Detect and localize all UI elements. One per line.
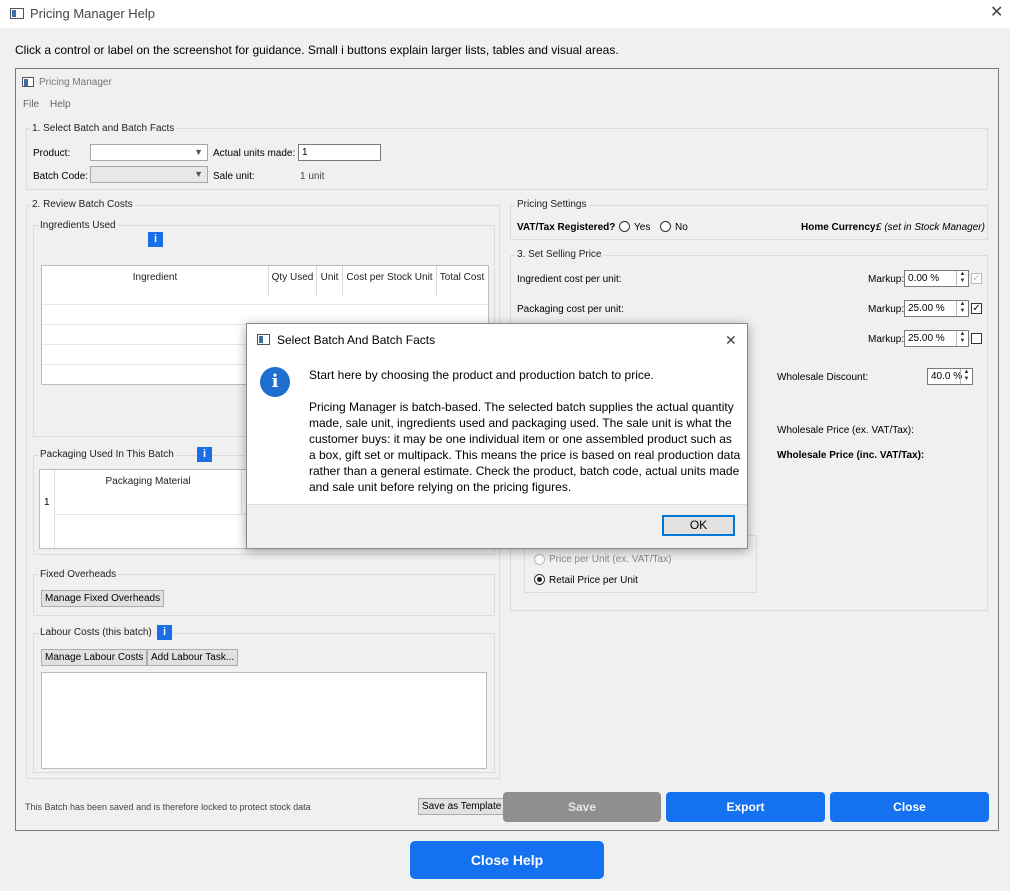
dialog-line1: Start here by choosing the product and p…	[309, 368, 654, 382]
spinner-arrows-icon[interactable]: ▲ ▼	[956, 301, 968, 316]
menu-file[interactable]: File	[23, 99, 39, 110]
home-currency-label: Home Currency:	[801, 222, 879, 233]
dialog-title: Select Batch And Batch Facts	[277, 333, 436, 347]
ingredient-cost-label: Ingredient cost per unit:	[517, 274, 622, 285]
home-currency-value: £ (set in Stock Manager)	[876, 222, 985, 233]
vat-no-label[interactable]: No	[675, 222, 688, 233]
actual-units-label: Actual units made:	[213, 148, 296, 159]
ingredients-title: Ingredients Used	[38, 220, 118, 231]
spinner-arrows-icon[interactable]: ▲ ▼	[960, 369, 972, 384]
retail-price-radio[interactable]	[534, 574, 545, 585]
packaging-cost-label: Packaging cost per unit:	[517, 304, 624, 315]
ok-button[interactable]: OK	[662, 515, 735, 536]
labour-info-icon[interactable]: i	[157, 625, 172, 640]
vat-yes-radio[interactable]	[619, 221, 630, 232]
save-button[interactable]: Save	[503, 792, 661, 822]
wholesale-inc-label: Wholesale Price (inc. VAT/Tax):	[777, 450, 925, 461]
col-unit: Unit	[320, 272, 339, 283]
vat-registered-label: VAT/Tax Registered?	[517, 222, 616, 233]
dialog-close-icon[interactable]: ✕	[725, 332, 737, 348]
vat-no-radio[interactable]	[660, 221, 671, 232]
product-label: Product:	[33, 148, 71, 159]
ingredients-info-icon[interactable]: i	[148, 232, 163, 247]
menu-help[interactable]: Help	[50, 99, 71, 110]
add-labour-task-button[interactable]: Add Labour Task...	[147, 649, 239, 666]
product-combo[interactable]: ▼	[90, 144, 208, 161]
markup-label-1: Markup:	[868, 274, 905, 285]
wholesale-discount-spinner[interactable]: 40.0 % ▲ ▼	[927, 368, 973, 385]
markup-ingredient-checkbox[interactable]: ✓	[971, 273, 982, 284]
export-button[interactable]: Export	[666, 792, 825, 822]
markup-other-spinner[interactable]: 25.00 % ▲ ▼	[904, 330, 969, 347]
help-instructions: Click a control or label on the screensh…	[15, 43, 619, 57]
labour-list[interactable]	[41, 672, 487, 769]
locked-status-text: This Batch has been saved and is therefo…	[25, 802, 311, 812]
section3-title: 3. Set Selling Price	[515, 249, 604, 260]
col-ingredient: Ingredient	[132, 272, 178, 283]
info-icon: i	[260, 367, 290, 397]
close-help-button[interactable]: Close Help	[410, 841, 604, 879]
help-window-titlebar: Pricing Manager Help ✕	[0, 0, 1010, 28]
markup-packaging-checkbox[interactable]: ✓	[971, 303, 982, 314]
markup-label-3: Markup:	[868, 334, 905, 345]
window-title: Pricing Manager Help	[30, 6, 156, 21]
section1-title: 1. Select Batch and Batch Facts	[30, 123, 177, 134]
col-qty-used: Qty Used	[271, 272, 314, 283]
dialog-paragraph-line: and sale unit before relying on the pric…	[309, 480, 572, 494]
dialog-message: Start here by choosing the product and p…	[309, 367, 741, 495]
spinner-arrows-icon[interactable]: ▲ ▼	[956, 331, 968, 346]
dialog-footer: OK	[247, 504, 747, 548]
pricing-settings-title: Pricing Settings	[515, 199, 589, 210]
col-packaging-material: Packaging Material	[105, 476, 191, 487]
sale-unit-label: Sale unit:	[213, 171, 255, 182]
close-button[interactable]: Close	[830, 792, 989, 822]
window-close-icon[interactable]: ✕	[990, 5, 1003, 21]
labour-title: Labour Costs (this batch)	[38, 627, 154, 638]
price-per-unit-ex-label[interactable]: Price per Unit (ex. VAT/Tax)	[549, 554, 671, 565]
fixed-overheads-title: Fixed Overheads	[38, 569, 119, 580]
dialog-paragraph-line: rather than a general estimate. Check th…	[309, 464, 740, 478]
packaging-info-icon[interactable]: i	[197, 447, 212, 462]
save-as-template-button[interactable]: Save as Template	[418, 798, 506, 815]
batch-code-combo[interactable]: ▼	[90, 166, 208, 183]
app-window-icon	[22, 77, 34, 87]
manage-fixed-overheads-button[interactable]: Manage Fixed Overheads	[41, 590, 165, 607]
app-title: Pricing Manager	[39, 77, 112, 88]
packaging-row-number: 1	[44, 497, 50, 508]
col-cost-per-stock-unit: Cost per Stock Unit	[346, 272, 433, 283]
dialog-paragraph-line: made, sale unit, ingredients used and pa…	[309, 416, 732, 430]
help-dialog: Select Batch And Batch Facts ✕ i Start h…	[246, 323, 748, 549]
batch-code-label: Batch Code:	[33, 171, 89, 182]
sale-unit-value: 1 unit	[300, 171, 325, 182]
markup-packaging-spinner[interactable]: 25.00 % ▲ ▼	[904, 300, 969, 317]
vat-yes-label[interactable]: Yes	[634, 222, 650, 233]
dialog-app-icon	[257, 334, 270, 345]
price-per-unit-ex-radio[interactable]	[534, 554, 545, 565]
wholesale-discount-label: Wholesale Discount:	[777, 372, 869, 383]
wholesale-ex-label: Wholesale Price (ex. VAT/Tax):	[777, 425, 914, 436]
chevron-down-icon: ▼	[194, 147, 203, 157]
actual-units-input[interactable]: 1	[298, 144, 381, 161]
spinner-arrows-icon[interactable]: ▲ ▼	[956, 271, 968, 286]
dialog-paragraph-line: customer buys: it may be one individual …	[309, 432, 732, 446]
dialog-paragraph-line: Pricing Manager is batch-based. The sele…	[309, 400, 734, 414]
section2-title: 2. Review Batch Costs	[30, 199, 135, 210]
markup-other-checkbox[interactable]	[971, 333, 982, 344]
col-total-cost: Total Cost	[439, 272, 485, 283]
chevron-down-icon: ▼	[194, 169, 203, 179]
packaging-title: Packaging Used In This Batch	[38, 449, 176, 460]
dialog-paragraph-line: a box, gift set or multipack. This means…	[309, 448, 741, 462]
manage-labour-costs-button[interactable]: Manage Labour Costs	[41, 649, 148, 666]
retail-price-label[interactable]: Retail Price per Unit	[549, 575, 638, 586]
window-app-icon	[10, 8, 24, 19]
markup-ingredient-spinner[interactable]: 0.00 % ▲ ▼	[904, 270, 969, 287]
markup-label-2: Markup:	[868, 304, 905, 315]
